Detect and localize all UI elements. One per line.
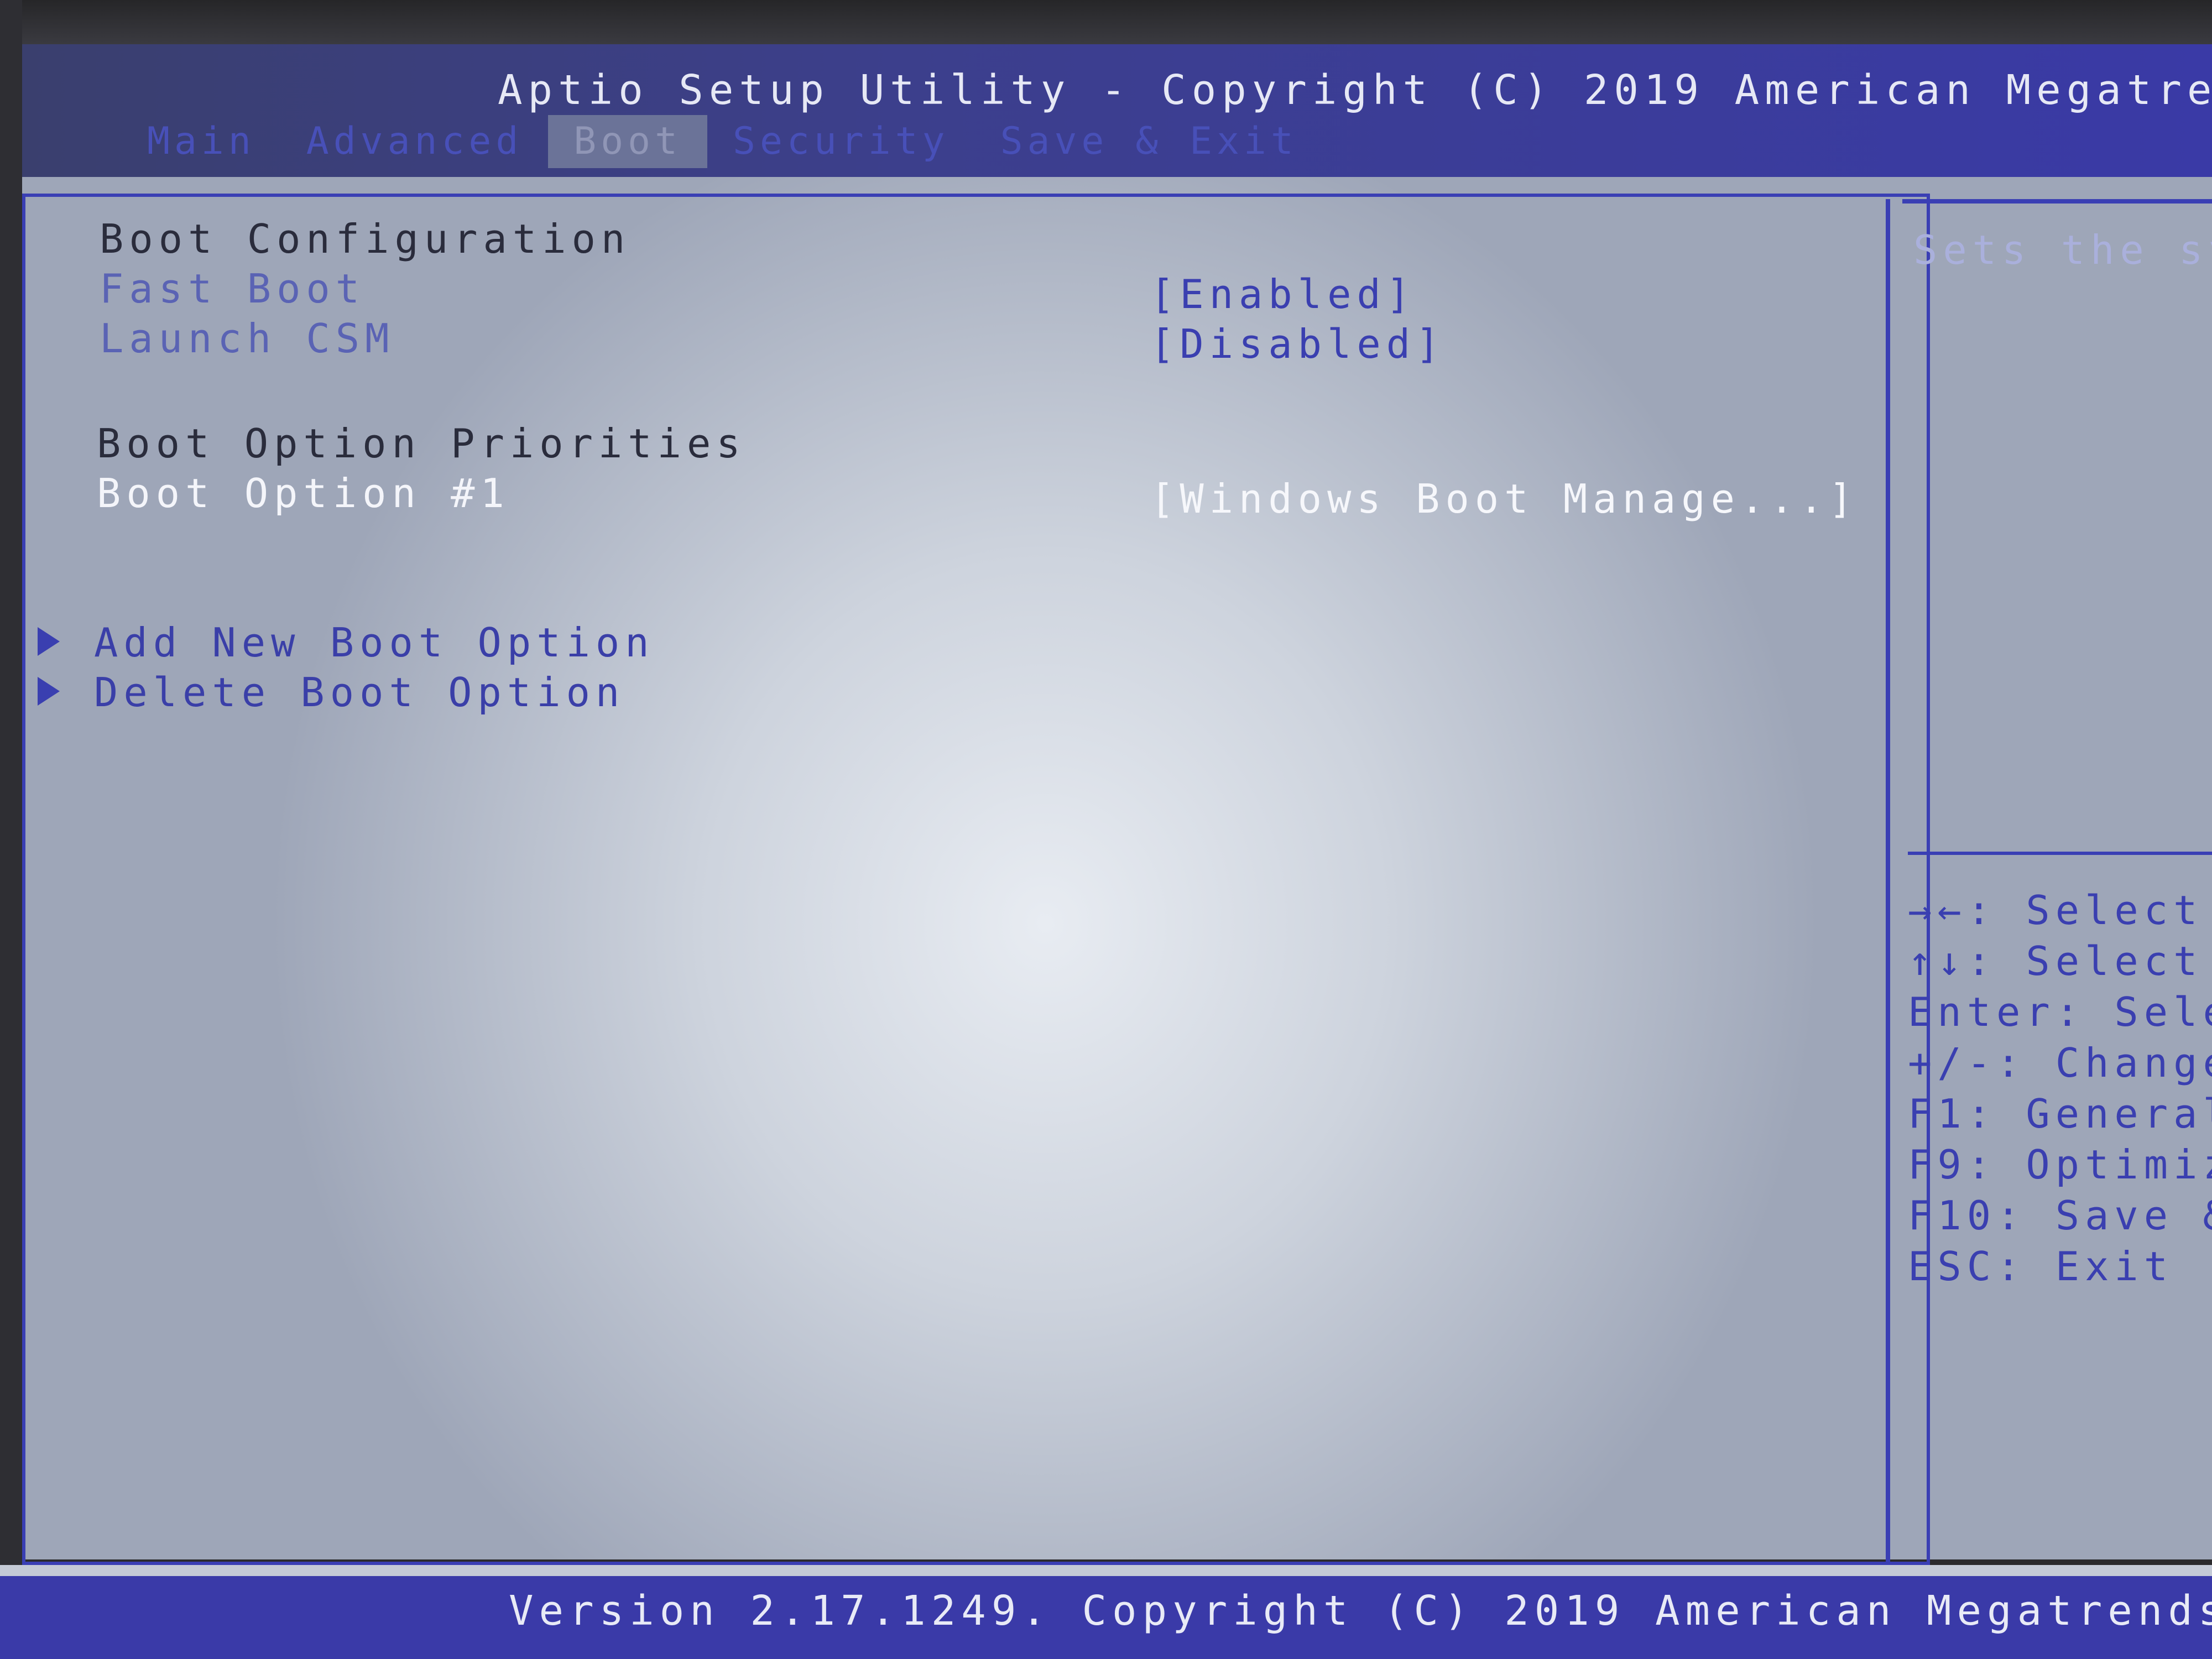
launch-csm-value[interactable]: [Disabled] [1150,321,1445,367]
submenu-arrow-icon [38,677,60,706]
help-separator [1908,852,2212,855]
key-help-item: ↑↓: Select [1908,938,2203,984]
setup-title: Aptio Setup Utility - Copyright (C) 2019… [498,66,2212,114]
key-help-item: F10: Save & [1908,1192,2212,1239]
key-help-item: +/-: Change [1908,1040,2212,1086]
boot-option-1-value[interactable]: [Windows Boot Manage...] [1150,476,1858,522]
boot-option-1-label[interactable]: Boot Option #1 [97,470,510,517]
help-description: Sets the sy [1913,227,2212,273]
help-frame-top [1902,199,2212,204]
bios-screen: Aptio Setup Utility - Copyright (C) 2019… [0,0,2212,1659]
version-text: Version 2.17.1249. Copyright (C) 2019 Am… [509,1587,2212,1635]
key-help-item: F1: General [1908,1091,2212,1137]
fast-boot-value[interactable]: [Enabled] [1150,271,1416,317]
key-help-item: F9: Optimiz [1908,1141,2212,1188]
tab-advanced[interactable]: Advanced [281,115,549,168]
tab-boot[interactable]: Boot [548,115,708,168]
launch-csm-label[interactable]: Launch CSM [100,315,394,362]
key-help-item: ESC: Exit [1908,1243,2174,1290]
tab-save-exit[interactable]: Save & Exit [975,115,1323,168]
boot-option-priorities-heading: Boot Option Priorities [97,420,746,467]
submenu-arrow-icon [38,627,60,656]
key-help-list: →←: Select ↑↓: Select Enter: Sele +/-: C… [1908,885,2212,1292]
monitor-bezel-left [0,0,22,1659]
menu-tabs: Main Advanced Boot Security Save & Exit [122,115,1323,168]
tab-main[interactable]: Main [122,115,281,168]
monitor-bezel [0,0,2212,44]
panel-divider [1886,199,1890,1565]
key-help-item: →←: Select [1908,887,2203,933]
settings-frame [22,194,1930,1565]
footer-gap [0,1565,2212,1576]
fast-boot-label[interactable]: Fast Boot [100,265,365,312]
key-help-item: Enter: Sele [1908,989,2212,1035]
tab-security[interactable]: Security [707,115,975,168]
boot-configuration-heading: Boot Configuration [100,216,631,262]
delete-boot-option[interactable]: Delete Boot Option [94,669,625,716]
add-new-boot-option[interactable]: Add New Boot Option [94,619,655,666]
